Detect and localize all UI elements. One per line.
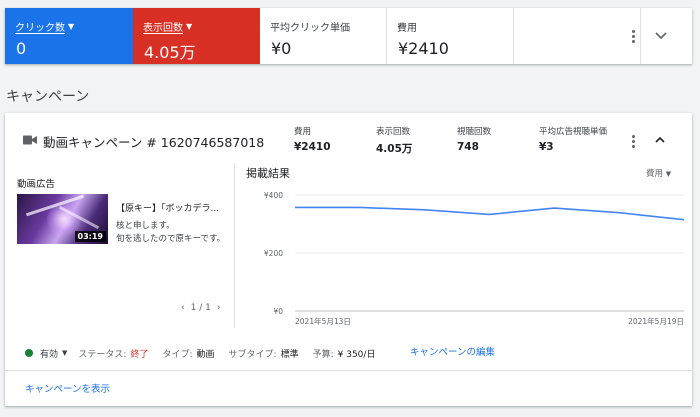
metric-dropdown[interactable]: 費用 ▼: [646, 167, 671, 179]
chevron-right-icon[interactable]: ›: [217, 303, 221, 313]
video-camera-icon: [23, 135, 37, 145]
more-vert-icon[interactable]: [629, 132, 637, 150]
type-value: 動画: [196, 349, 215, 360]
ad-title[interactable]: 【原キー】「ボッカデラ...: [116, 201, 219, 214]
metric-value: ¥2410: [398, 39, 449, 58]
status-dot-icon: [25, 349, 33, 357]
edit-campaign-link[interactable]: キャンペーンの編集: [410, 344, 495, 358]
stat-label: 表示回数: [376, 127, 411, 137]
chevron-up-icon[interactable]: [654, 133, 666, 147]
stat-value: 748: [457, 141, 479, 153]
x-tick-label: 2021年5月19日: [628, 316, 684, 326]
metric-label: 費用: [397, 23, 417, 34]
metric-value: ¥0: [271, 39, 292, 58]
subtype-key: サブタイプ:: [228, 349, 277, 360]
video-duration: 03:19: [74, 231, 106, 242]
results-title: 掲載結果: [246, 167, 290, 180]
metric-card-cost[interactable]: 費用 ¥2410: [387, 8, 514, 64]
status-key: ステータス:: [78, 349, 127, 360]
chevron-left-icon[interactable]: ‹: [181, 303, 185, 313]
section-title: キャンペーン: [6, 89, 90, 105]
stat-views: 視聴回数 748: [457, 125, 491, 153]
ad-description: 核と申します。 旬を逃したので原キーです。: [116, 221, 226, 244]
stat-label: 費用: [294, 127, 312, 137]
caret-down-icon[interactable]: ▼: [186, 22, 192, 31]
caret-down-icon[interactable]: ▼: [62, 349, 67, 357]
view-campaign-link[interactable]: キャンペーンを表示: [25, 381, 110, 395]
metric-card-avg-cpc[interactable]: 平均クリック単価 ¥0: [260, 8, 387, 64]
chevron-down-icon[interactable]: [654, 26, 668, 46]
metric-label: クリック数: [15, 23, 65, 34]
metric-dropdown-label: 費用: [646, 169, 664, 179]
performance-chart: ¥400 ¥200 ¥0 2021年5月13日 2021年5月19日: [264, 191, 685, 326]
metric-card-impressions[interactable]: 表示回数 ▼ 4.05万: [133, 8, 260, 64]
metric-card-empty: [514, 8, 641, 64]
stat-label: 平均広告視聴単価: [539, 127, 608, 137]
divider: [5, 370, 692, 371]
budget-value: ¥ 350/日: [337, 349, 376, 360]
video-thumbnail[interactable]: 03:19: [17, 194, 108, 244]
type-key: タイプ:: [162, 349, 193, 360]
status-row: 有効 ▼ ステータス: 終了 タイプ: 動画 サブタイプ: 標準 予算: ¥ 350/日: [25, 346, 389, 360]
x-tick-label: 2021年5月13日: [295, 316, 351, 326]
stat-avg-cpv: 平均広告視聴単価 ¥3: [539, 125, 607, 153]
status-value: 終了: [130, 349, 149, 360]
state-dropdown[interactable]: 有効: [40, 347, 58, 360]
stat-value: 4.05万: [376, 143, 413, 155]
y-tick-label: ¥400: [264, 191, 283, 200]
campaign-card: 動画キャンペーン # 1620746587018 費用 ¥2410 表示回数 4…: [5, 113, 692, 406]
metrics-bar: クリック数 ▼ 0 表示回数 ▼ 4.05万 平均クリック単価 ¥0 費用 ¥241…: [5, 8, 692, 64]
stat-label: 視聴回数: [457, 127, 492, 137]
series-line: [295, 206, 685, 221]
caret-down-icon[interactable]: ▼: [68, 22, 74, 31]
metric-label: 表示回数: [143, 23, 183, 34]
metric-value: 0: [16, 39, 27, 58]
more-vert-icon[interactable]: [628, 26, 638, 46]
metric-label: 平均クリック単価: [270, 23, 350, 34]
stat-cost: 費用 ¥2410: [294, 125, 331, 153]
budget-key: 予算:: [312, 349, 334, 360]
stat-impressions: 表示回数 4.05万: [376, 125, 412, 156]
caret-down-icon: ▼: [665, 170, 672, 178]
ad-pager: ‹ 1 / 1 ›: [181, 303, 220, 313]
y-tick-label: ¥0: [273, 307, 283, 316]
y-tick-label: ¥200: [264, 249, 283, 258]
metric-value: 4.05万: [144, 43, 196, 62]
ad-section-label: 動画広告: [17, 179, 56, 190]
pager-text: 1 / 1: [190, 303, 211, 313]
subtype-value: 標準: [280, 349, 299, 360]
divider: [234, 163, 235, 328]
metric-card-clicks[interactable]: クリック数 ▼ 0: [5, 8, 133, 64]
stat-value: ¥3: [539, 141, 554, 153]
stat-value: ¥2410: [294, 141, 331, 153]
campaign-title[interactable]: 動画キャンペーン # 1620746587018: [43, 132, 264, 151]
